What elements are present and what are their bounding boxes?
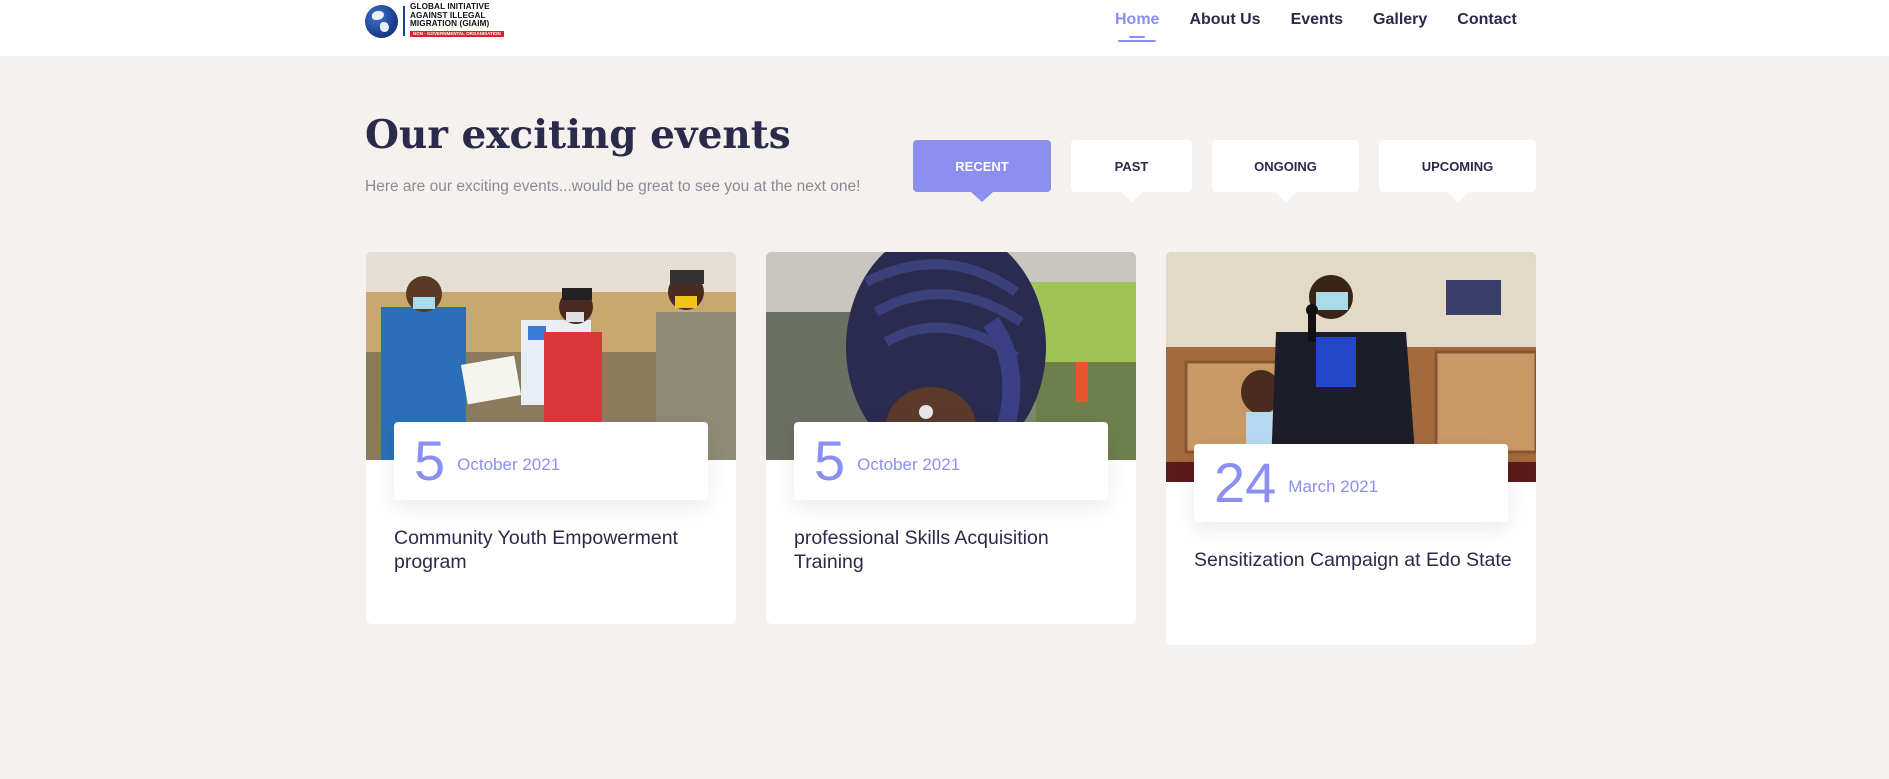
tab-ongoing[interactable]: ONGOING <box>1212 140 1359 202</box>
event-day: 5 <box>414 429 446 492</box>
event-day: 24 <box>1214 451 1277 514</box>
event-card[interactable]: 5 October 2021 professional Skills Acqui… <box>766 252 1136 624</box>
logo-tagline: NON - GOVERNMENTAL ORGANISATION <box>410 30 504 37</box>
logo-divider <box>403 6 405 36</box>
event-card[interactable]: 24 March 2021 Sensitization Campaign at … <box>1166 252 1536 645</box>
site-header: GLOBAL INITIATIVE AGAINST ILLEGAL MIGRAT… <box>0 0 1889 56</box>
globe-icon <box>365 5 398 38</box>
event-month: October 2021 <box>457 455 561 474</box>
event-date: 24 March 2021 <box>1194 444 1508 522</box>
section-subtitle: Here are our exciting events...would be … <box>365 178 861 195</box>
event-card[interactable]: 5 October 2021 Community Youth Empowerme… <box>366 252 736 624</box>
event-title[interactable]: professional Skills Acquisition Training <box>794 526 1114 574</box>
event-title[interactable]: Community Youth Empowerment program <box>394 526 714 574</box>
event-day: 5 <box>814 429 846 492</box>
tab-recent[interactable]: RECENT <box>913 140 1051 202</box>
nav-contact[interactable]: Contact <box>1457 11 1517 29</box>
event-month: October 2021 <box>857 455 961 474</box>
event-title[interactable]: Sensitization Campaign at Edo State <box>1194 548 1514 572</box>
section-title: Our exciting events <box>365 112 791 158</box>
tab-past[interactable]: PAST <box>1071 140 1192 202</box>
main-nav: Home About Us Events Gallery Contact <box>1115 11 1547 42</box>
logo-line-3: MIGRATION (GIAIM) <box>410 19 490 28</box>
tab-upcoming[interactable]: UPCOMING <box>1379 140 1536 202</box>
nav-home[interactable]: Home <box>1115 11 1159 42</box>
logo-text: GLOBAL INITIATIVE AGAINST ILLEGAL MIGRAT… <box>410 2 504 37</box>
event-date: 5 October 2021 <box>794 422 1108 500</box>
nav-gallery[interactable]: Gallery <box>1373 11 1427 29</box>
nav-events[interactable]: Events <box>1291 11 1343 29</box>
site-logo[interactable]: GLOBAL INITIATIVE AGAINST ILLEGAL MIGRAT… <box>365 2 504 39</box>
event-month: March 2021 <box>1288 477 1379 496</box>
nav-about-us[interactable]: About Us <box>1189 11 1260 29</box>
event-date: 5 October 2021 <box>394 422 708 500</box>
